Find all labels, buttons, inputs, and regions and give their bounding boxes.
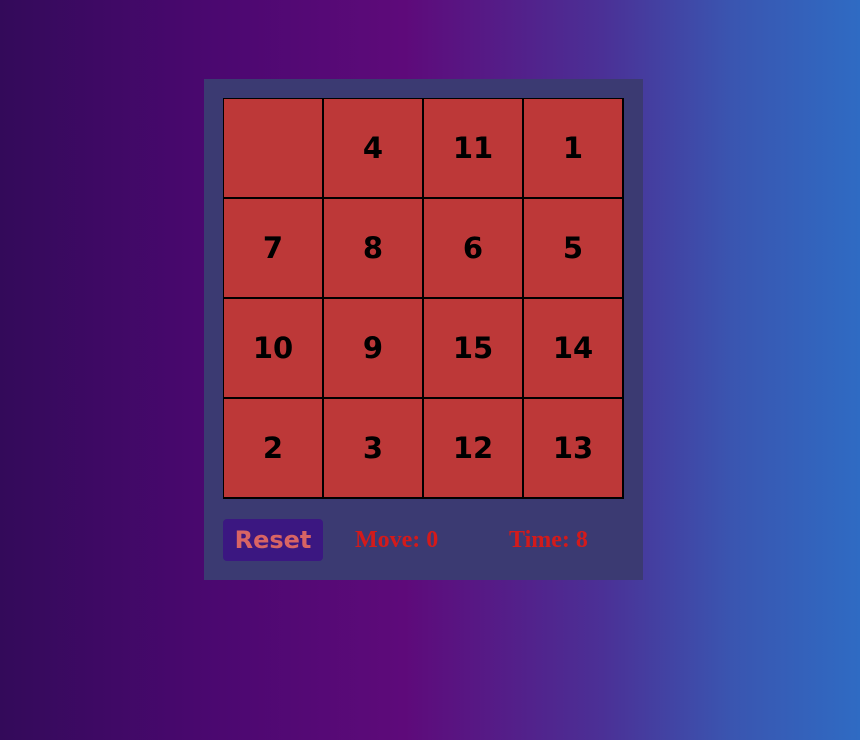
- tile[interactable]: 1: [524, 99, 624, 199]
- tile[interactable]: 15: [424, 299, 524, 399]
- game-panel: 4 11 1 7 8 6 5 10 9 15 14 2 3 12 13 Rese…: [204, 79, 643, 580]
- puzzle-board: 4 11 1 7 8 6 5 10 9 15 14 2 3 12 13: [223, 98, 624, 499]
- tile[interactable]: 13: [524, 399, 624, 499]
- tile[interactable]: 4: [324, 99, 424, 199]
- move-counter: Move: 0: [355, 527, 439, 553]
- reset-button[interactable]: Reset: [223, 519, 323, 561]
- tile[interactable]: 8: [324, 199, 424, 299]
- tile[interactable]: 6: [424, 199, 524, 299]
- tile[interactable]: 12: [424, 399, 524, 499]
- tile[interactable]: 3: [324, 399, 424, 499]
- tile-empty[interactable]: [224, 99, 324, 199]
- tile[interactable]: 14: [524, 299, 624, 399]
- timer: Time: 8: [509, 527, 588, 553]
- tile[interactable]: 7: [224, 199, 324, 299]
- tile[interactable]: 5: [524, 199, 624, 299]
- tile[interactable]: 2: [224, 399, 324, 499]
- tile[interactable]: 9: [324, 299, 424, 399]
- tile[interactable]: 10: [224, 299, 324, 399]
- tile[interactable]: 11: [424, 99, 524, 199]
